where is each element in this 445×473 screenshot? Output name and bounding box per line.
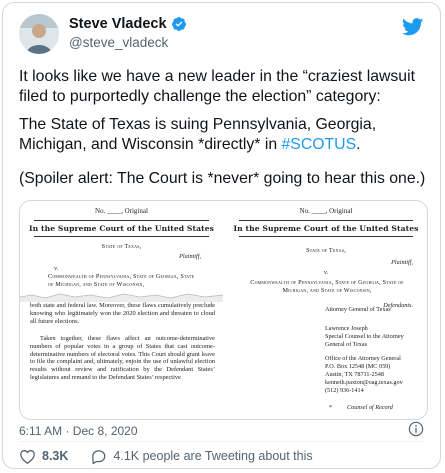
display-name[interactable]: Steve Vladeck — [69, 16, 167, 32]
tweet-header: Steve Vladeck @steve_vladeck — [3, 3, 440, 59]
doc-address-1: P.O. Box 12548 (MC 059) — [325, 363, 391, 370]
tweet-card[interactable]: Steve Vladeck @steve_vladeck It looks li… — [2, 2, 441, 469]
avatar[interactable] — [19, 14, 59, 54]
doc-star: * — [329, 404, 333, 411]
tweet-actions: 8.3K 4.1K people are Tweeting about this — [19, 446, 313, 466]
doc-rule — [239, 236, 413, 237]
people-tweeting-text: 4.1K people are Tweeting about this — [113, 449, 313, 463]
comment-bubble-icon — [92, 449, 106, 464]
doc-address-2: Austin, TX 78711-2548 — [325, 371, 384, 378]
verified-badge-icon — [171, 16, 187, 32]
doc-attorney-general-title: Attorney General of Texas — [325, 306, 391, 313]
like-count: 8.3K — [42, 449, 69, 463]
doc-counsel-title: Special Counsel to the Attorney General … — [325, 333, 404, 348]
handle[interactable]: @steve_vladeck — [69, 35, 168, 50]
doc-body-paragraph-1: both state and federal law. Moreover, th… — [30, 302, 215, 325]
doc-versus: v. — [323, 269, 329, 276]
doc-number-line: No. ____, Original — [95, 207, 148, 215]
doc-rule — [34, 220, 209, 221]
doc-body-paragraph-2: Taken together, these flaws affect an ou… — [30, 335, 215, 381]
doc-email: kenneth.paxton@oag.texas.gov — [325, 379, 403, 386]
torn-page-edge — [20, 290, 223, 302]
doc-court-heading: In the Supreme Court of the United State… — [233, 224, 419, 233]
info-icon[interactable] — [408, 421, 424, 437]
doc-counsel-of-record: Counsel of Record — [347, 404, 393, 411]
heart-icon — [20, 449, 35, 464]
doc-versus: v. — [54, 265, 59, 272]
people-tweeting-link[interactable]: 4.1K people are Tweeting about this — [90, 448, 313, 465]
tweet-timestamp[interactable]: 6:11 AM · Dec 8, 2020 — [19, 424, 138, 438]
doc-plaintiff: Plaintiff, — [391, 259, 413, 266]
doc-counsel-name: Lawrence Joseph — [325, 325, 368, 332]
tweet-text-suffix: . — [356, 136, 361, 153]
doc-phone: (512) 936-1414 — [325, 387, 364, 394]
doc-office: Office of the Attorney General — [325, 355, 401, 362]
doc-plaintiff: Plaintiff, — [179, 253, 201, 260]
document-image-right[interactable]: No. ____, Original In the Supreme Court … — [225, 201, 427, 419]
tweet-text-paragraph-1: It looks like we have a new leader in th… — [19, 68, 415, 105]
document-image-left[interactable]: No. ____, Original In the Supreme Court … — [20, 201, 225, 419]
tweet-text-paragraph-3: (Spoiler alert: The Court is *never* goi… — [19, 170, 426, 187]
twitter-bird-icon[interactable] — [402, 18, 424, 36]
tweet-text-paragraph-2: The State of Texas is suing Pennsylvania… — [19, 115, 429, 155]
divider — [19, 441, 424, 442]
doc-party-state: State of Texas, — [306, 247, 346, 254]
doc-party-state: State of Texas, — [101, 243, 142, 250]
doc-defendants: Commonwealth of Pennsylvania, State of G… — [250, 279, 404, 294]
like-button[interactable]: 8.3K — [19, 448, 68, 465]
doc-number-line: No. ____, Original — [299, 207, 353, 215]
hashtag-link[interactable]: #SCOTUS — [282, 136, 357, 153]
doc-defendants: Commonwealth of Pennsylvania, State of G… — [48, 273, 195, 288]
doc-court-heading: In the Supreme Court of the United State… — [28, 224, 215, 233]
doc-rule — [34, 236, 209, 237]
doc-rule — [239, 220, 413, 221]
attached-images[interactable]: No. ____, Original In the Supreme Court … — [19, 200, 428, 420]
